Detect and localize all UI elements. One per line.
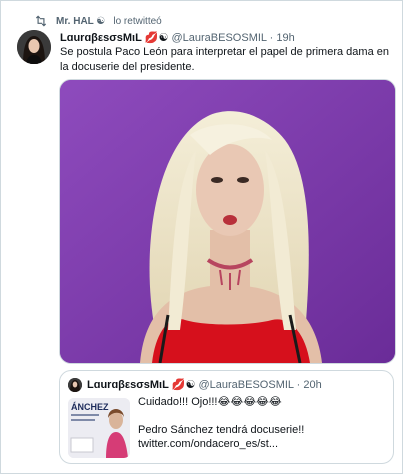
author-emojis: 💋☯ bbox=[144, 32, 169, 44]
avatar[interactable] bbox=[17, 30, 51, 64]
quote-handle-time[interactable]: @LauraBESOSMIL · 20h bbox=[198, 379, 321, 391]
quote-text-line-1: Cuidado!!! Ojo!!!😂😂😂😂😂 bbox=[138, 396, 282, 408]
quote-header: LɑurɑβεsσsMιL 💋☯ @LauraBESOSMIL · 20h bbox=[87, 378, 322, 392]
quote-thumbnail[interactable]: ÁNCHEZ bbox=[68, 398, 130, 458]
quote-avatar[interactable] bbox=[68, 378, 82, 392]
retweet-label: lo retwitteó bbox=[113, 15, 162, 27]
retweet-user-emoji: ☯ bbox=[96, 15, 106, 27]
author-name[interactable]: LɑurɑβεsσsMιL bbox=[60, 32, 142, 44]
tweet-media[interactable] bbox=[59, 79, 396, 364]
quote-thumb-text: ÁNCHEZ bbox=[71, 402, 109, 412]
quote-author-emojis: 💋☯ bbox=[171, 379, 196, 391]
quoted-tweet[interactable]: LɑurɑβεsσsMιL 💋☯ @LauraBESOSMIL · 20h ÁN… bbox=[59, 370, 394, 464]
author-handle-time[interactable]: @LauraBESOSMIL · 19h bbox=[171, 32, 294, 44]
quote-link[interactable]: twitter.com/ondacero_es/st... bbox=[138, 437, 278, 451]
retweet-header[interactable]: Mr. HAL ☯ lo retwitteó bbox=[34, 14, 162, 28]
retweet-icon bbox=[35, 15, 47, 27]
media-photo bbox=[60, 80, 395, 363]
retweet-user[interactable]: Mr. HAL ☯ bbox=[56, 16, 105, 27]
quote-author-name[interactable]: LɑurɑβεsσsMιL bbox=[87, 379, 169, 391]
quote-text-line-2: Pedro Sánchez tendrá docuserie!! bbox=[138, 424, 305, 436]
tweet-header: LɑurɑβεsσsMιL 💋☯ @LauraBESOSMIL · 19h bbox=[60, 30, 395, 46]
tweet-text: Se postula Paco León para interpretar el… bbox=[60, 46, 389, 73]
